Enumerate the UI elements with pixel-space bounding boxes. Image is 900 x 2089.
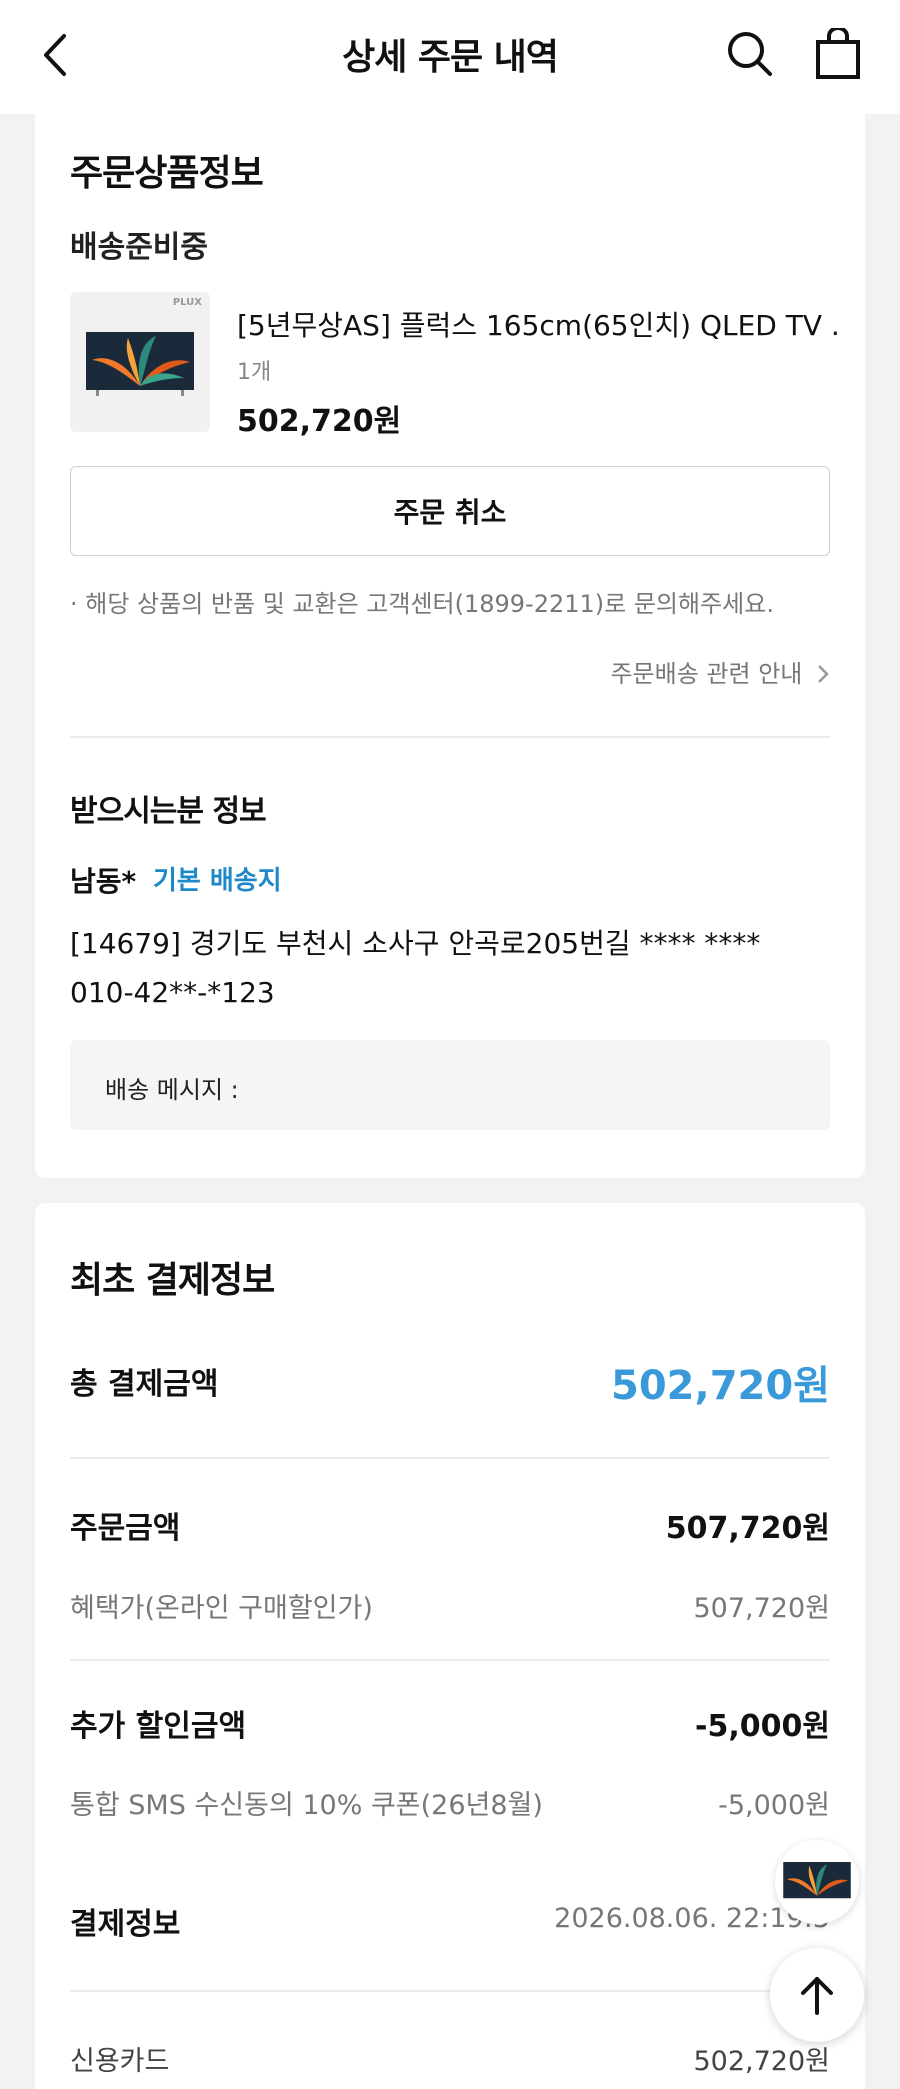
recipient-address: [14679] 경기도 부천시 소사구 안곡로205번길 **** **** [70,927,761,960]
product-quantity: 1개 [237,360,272,385]
coupon-label: 통합 SMS 수신동의 10% 쿠폰(26년8월) [70,1790,543,1821]
delivery-message-box: 배송 메시지 : [70,1040,830,1130]
scroll-to-top-button[interactable] [770,1948,864,2042]
section-divider [70,1659,830,1661]
delivery-guide-label: 주문배송 관련 안내 [610,660,803,688]
coupon-value: -5,000원 [718,1790,830,1821]
section-divider [70,736,830,738]
recipient-name: 남동* [70,865,137,898]
product-thumbnail[interactable]: PLUX [70,292,210,432]
top-header: 상세 주문 내역 [0,0,900,114]
section-divider [70,1990,830,1992]
payment-info-card: 최초 결제정보 총 결제금액 502,720원 주문금액 507,720원 혜택… [35,1203,865,2089]
cancel-order-button[interactable]: 주문 취소 [70,466,830,556]
delivery-message-label: 배송 메시지 : [105,1076,239,1104]
order-amount-label: 주문금액 [70,1511,181,1546]
order-status: 배송준비중 [70,230,208,265]
shopping-bag-icon[interactable] [814,26,862,80]
delivery-guide-link[interactable]: 주문배송 관련 안내 [610,654,830,689]
search-icon[interactable] [726,30,774,78]
section-title-order-product: 주문상품정보 [70,153,264,194]
section-title-payment: 최초 결제정보 [70,1260,275,1301]
product-price: 502,720원 [237,404,402,439]
recipient-phone: 010-42**-*123 [70,976,275,1009]
chevron-right-icon [818,665,829,683]
tv-image-icon [86,332,194,396]
section-title-recipient: 받으시는분 정보 [70,794,267,829]
payment-info-label: 결제정보 [70,1907,181,1942]
extra-discount-value: -5,000원 [695,1709,830,1744]
tv-image-icon [783,1862,851,1899]
benefit-price-value: 507,720원 [693,1593,831,1624]
order-info-card: 주문상품정보 배송준비중 PLUX [5년무상AS] 플럭스 165cm(65인… [35,114,865,1178]
extra-discount-label: 추가 할인금액 [70,1709,247,1744]
credit-card-value: 502,720원 [693,2046,831,2077]
total-payment-value: 502,720원 [611,1363,830,1409]
arrow-up-icon [801,1977,833,2015]
default-address-tag: 기본 배송지 [153,866,282,896]
order-amount-value: 507,720원 [665,1511,830,1546]
thumbnail-brand: PLUX [172,297,202,308]
section-divider [70,1457,830,1459]
floating-recent-product[interactable] [775,1840,859,1924]
benefit-price-label: 혜택가(온라인 구매할인가) [70,1593,373,1624]
credit-card-label: 신용카드 [70,2046,170,2077]
total-payment-label: 총 결제금액 [70,1367,219,1402]
product-name[interactable]: [5년무상AS] 플럭스 165cm(65인치) QLED TV ... [237,304,837,344]
return-notice: · 해당 상품의 반품 및 교환은 고객센터(1899-2211)로 문의해주세… [70,590,774,618]
